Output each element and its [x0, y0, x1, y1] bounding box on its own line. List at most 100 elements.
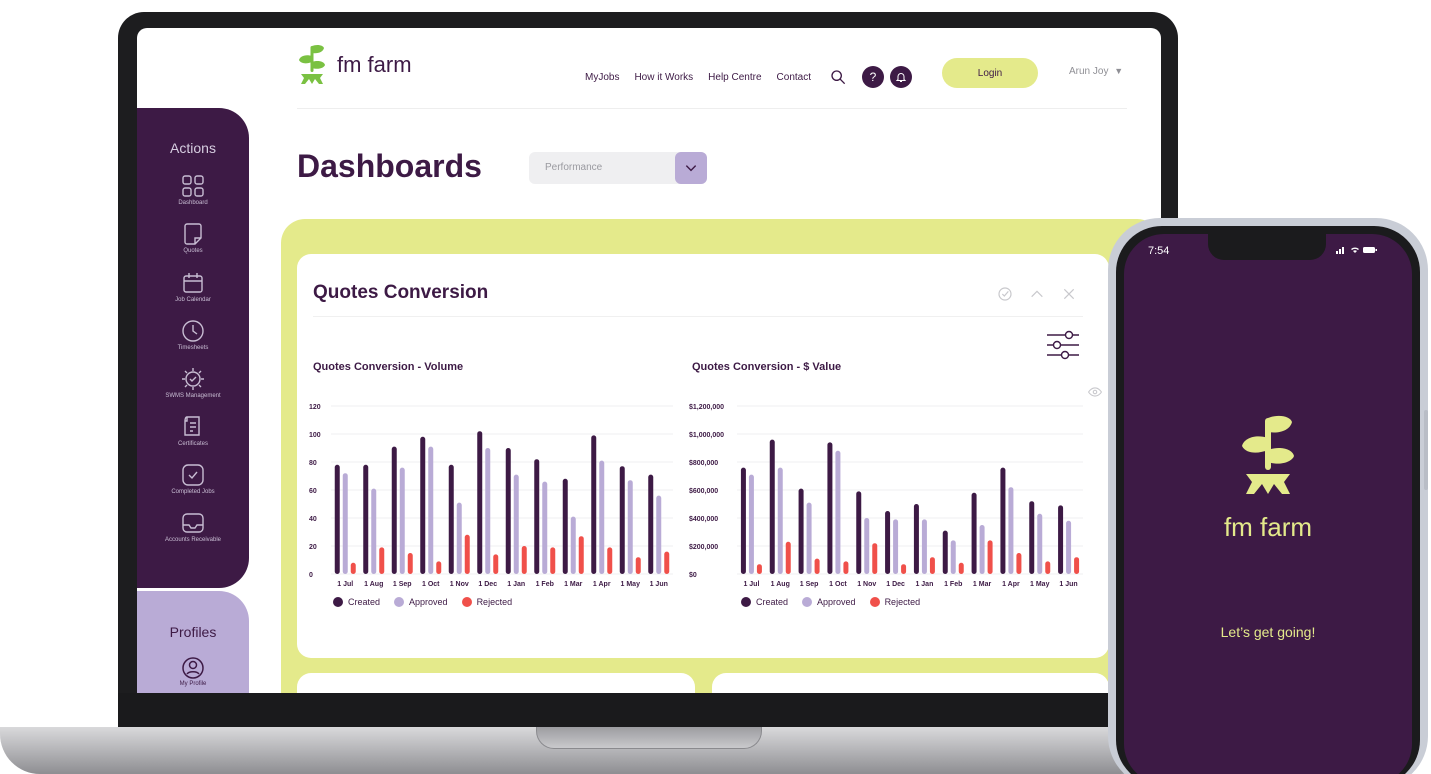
bar-approved: [599, 460, 605, 574]
help-icon: ?: [869, 70, 877, 84]
x-tick-label: 1 Apr: [1002, 581, 1020, 588]
bar-approved: [627, 480, 633, 574]
sidebar-item-my-profile[interactable]: My Profile: [137, 656, 249, 687]
y-tick-label: $1,200,000: [689, 404, 724, 411]
sidebar-item-dashboard[interactable]: Dashboard: [137, 174, 249, 206]
legend-dot: [802, 597, 813, 607]
bar-approved: [428, 446, 434, 574]
x-tick-label: 1 Dec: [478, 581, 497, 588]
chevron-up-icon[interactable]: [1029, 286, 1045, 302]
sidebar-item-accounts-receivable[interactable]: Accounts Receivable: [137, 511, 249, 543]
dashboard-card: [712, 673, 1109, 693]
sidebar-item-timesheets[interactable]: Timesheets: [137, 319, 249, 351]
visibility-toggle[interactable]: [1087, 382, 1103, 401]
x-tick-label: 1 Jun: [1059, 581, 1077, 588]
check-icon: [182, 464, 204, 486]
x-tick-label: 1 Mar: [973, 581, 992, 588]
phone-side-button: [1424, 410, 1428, 490]
sidebar-item-label: Timesheets: [177, 345, 209, 351]
brand-logo[interactable]: fm farm: [297, 42, 412, 88]
bar-approved: [513, 474, 519, 574]
volume-bar-chart: 0 20 40 60 80 100 120 1 Jul 1 Aug 1 Sep 1 Oct 1 Nov…: [309, 404, 673, 588]
bell-icon: [895, 73, 907, 82]
laptop-notch: [536, 727, 762, 749]
bar-approved: [1037, 513, 1043, 574]
nav-help-centre[interactable]: Help Centre: [708, 72, 761, 83]
dashboard-select[interactable]: Performance: [529, 152, 707, 184]
y-tick-label: $400,000: [689, 516, 718, 523]
laptop-screen: Actions Dashboard Quotes Job Calendar Ti…: [137, 28, 1161, 693]
chart-title-volume: Quotes Conversion - Volume: [313, 361, 464, 373]
sidebar-item-label: Certificates: [177, 441, 208, 447]
login-button[interactable]: Login: [942, 58, 1038, 88]
bar-approved: [777, 467, 783, 574]
dropdown-toggle[interactable]: [675, 152, 707, 184]
bar-created: [740, 467, 746, 574]
bar-rejected: [814, 558, 820, 574]
phone-status-icons: [1336, 245, 1378, 257]
bar-approved: [371, 488, 377, 574]
mockup-stage: Actions Dashboard Quotes Job Calendar Ti…: [0, 0, 1431, 774]
x-tick-label: 1 Sep: [800, 581, 819, 588]
y-tick-label: 100: [309, 432, 321, 439]
sidebar-item-quotes[interactable]: Quotes: [137, 222, 249, 254]
bar-rejected: [578, 536, 584, 574]
nav-how-it-works[interactable]: How it Works: [634, 72, 693, 83]
bar-rejected: [929, 557, 935, 574]
brand-name: fm farm: [337, 52, 412, 77]
bar-rejected: [493, 554, 499, 574]
x-tick-label: 1 Dec: [886, 581, 905, 588]
bar-approved: [864, 518, 870, 574]
bar-rejected: [756, 564, 762, 574]
top-nav: MyJobs How it Works Help Centre Contact …: [585, 66, 918, 88]
phone-tagline: Let’s get going!: [1220, 624, 1316, 640]
close-icon[interactable]: [1061, 286, 1077, 302]
bar-approved: [656, 495, 662, 574]
legend-dot: [394, 597, 405, 607]
bar-created: [856, 491, 862, 574]
x-tick-label: 1 Jul: [337, 581, 353, 588]
legend-label: Rejected: [884, 597, 921, 607]
bar-approved: [748, 474, 754, 574]
swms-icon: [182, 368, 204, 390]
user-menu[interactable]: Arun Joy ▼: [1069, 66, 1123, 77]
sidebar-item-certificates[interactable]: Certificates: [137, 415, 249, 447]
sidebar-item-completed-jobs[interactable]: Completed Jobs: [137, 463, 249, 495]
quotes-icon: [184, 223, 202, 245]
certificate-icon: [184, 416, 200, 436]
bar-created: [1058, 505, 1064, 574]
legend-dot: [333, 597, 343, 607]
bar-created: [1000, 467, 1006, 574]
notifications-button[interactable]: [890, 66, 912, 88]
bar-rejected: [987, 540, 993, 574]
y-tick-label: $1,000,000: [689, 432, 724, 439]
card-actions: [997, 286, 1077, 302]
legend-label: Rejected: [476, 597, 513, 607]
dashboard-select-value: Performance: [545, 162, 603, 173]
nav-myjobs[interactable]: MyJobs: [585, 72, 619, 83]
y-tick-label: $600,000: [689, 488, 718, 495]
check-circle-icon[interactable]: [997, 286, 1013, 302]
legend-item-rejected: Rejected: [461, 597, 513, 607]
legend-label: Approved: [817, 597, 856, 607]
x-tick-label: 1 Aug: [364, 581, 383, 588]
bar-created: [477, 431, 483, 574]
y-tick-label: 120: [309, 404, 321, 411]
filter-button[interactable]: [1045, 330, 1081, 364]
x-tick-label: 1 Nov: [450, 581, 469, 588]
sidebar-item-job-calendar[interactable]: Job Calendar: [137, 271, 249, 303]
bar-created: [942, 530, 948, 574]
y-tick-label: 60: [309, 488, 317, 495]
legend-label: Approved: [409, 597, 448, 607]
nav-contact[interactable]: Contact: [777, 72, 811, 83]
dashboard-icon: [182, 175, 204, 197]
sidebar-item-swms[interactable]: SWMS Management: [137, 367, 249, 399]
search-icon[interactable]: [830, 69, 846, 85]
legend-dot: [461, 597, 472, 607]
card-divider: [313, 316, 1083, 317]
bar-approved: [950, 540, 956, 574]
bar-rejected: [350, 562, 356, 574]
help-button[interactable]: ?: [862, 66, 884, 88]
y-tick-label: $200,000: [689, 544, 718, 551]
x-tick-label: 1 Jul: [743, 581, 759, 588]
